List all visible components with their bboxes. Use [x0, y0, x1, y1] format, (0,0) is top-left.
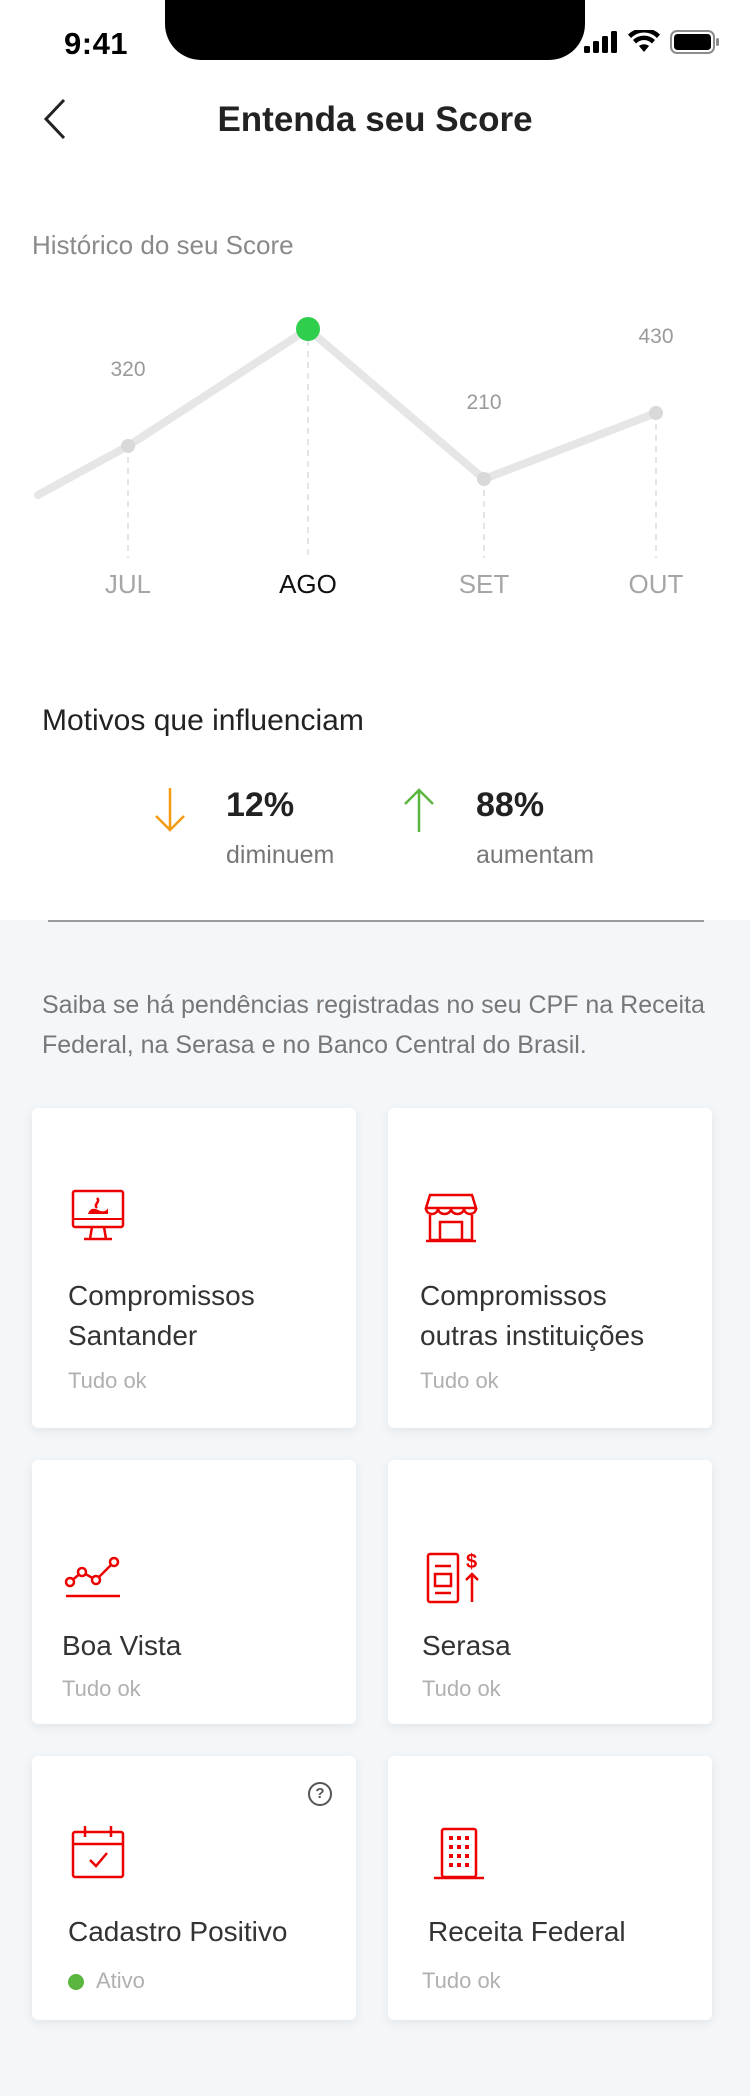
decrease-stat: 12% diminuem	[226, 786, 334, 870]
card-name-line1: Compromissos	[68, 1280, 255, 1311]
card-name: Receita Federal	[428, 1916, 626, 1947]
notch	[165, 0, 585, 60]
chart-month-label[interactable]: OUT	[629, 569, 684, 599]
card-name: Cadastro Positivo	[68, 1916, 288, 1947]
card-status: Tudo ok	[420, 1368, 499, 1393]
chart-point[interactable]	[649, 406, 663, 420]
chart-point-highlight[interactable]	[296, 317, 320, 341]
score-history-chart: 320JUL710AGO210SET430OUT	[34, 317, 684, 599]
card-compromissos-santander[interactable]: Compromissos Santander Tudo ok	[32, 1108, 356, 1428]
chart-month-label[interactable]: AGO	[279, 569, 337, 599]
card-name: Compromissos Santander	[68, 1276, 255, 1356]
increase-label: aumentam	[476, 841, 595, 869]
card-boa-vista[interactable]: Boa Vista Tudo ok	[32, 1460, 356, 1724]
wifi-icon	[628, 30, 660, 52]
info-text: Saiba se há pendências registradas no se…	[42, 991, 705, 1059]
calendar-check-icon	[71, 1826, 125, 1879]
santander-monitor-icon	[71, 1189, 125, 1241]
card-name: Serasa	[422, 1630, 511, 1661]
card-compromissos-outras[interactable]: Compromissos outras instituições Tudo ok	[388, 1108, 712, 1428]
battery-icon	[670, 30, 719, 54]
increase-percent: 88%	[476, 786, 545, 824]
help-icon[interactable]: ?	[308, 1782, 332, 1806]
card-name: Boa Vista	[62, 1630, 182, 1661]
status-time: 9:41	[64, 26, 129, 61]
card-name-line1: Compromissos	[420, 1280, 607, 1311]
decrease-label: diminuem	[226, 841, 335, 869]
store-icon	[424, 1193, 478, 1243]
chart-point[interactable]	[477, 472, 491, 486]
card-status: Tudo ok	[62, 1676, 141, 1701]
card-name-line2: outras instituições	[420, 1320, 645, 1351]
active-dot-icon	[68, 1974, 84, 1990]
card-name-line2: Santander	[68, 1320, 198, 1351]
chart-value-label: 210	[466, 391, 501, 414]
card-status: Tudo ok	[68, 1368, 147, 1393]
divider	[48, 920, 704, 922]
card-status-text: Ativo	[96, 1968, 145, 1993]
page-title: Entenda seu Score	[217, 100, 533, 139]
status-bar: 9:41	[0, 0, 750, 88]
arrow-down-icon	[150, 786, 190, 839]
chart-point[interactable]	[121, 439, 135, 453]
card-receita-federal[interactable]: Receita Federal Tudo ok	[388, 1756, 712, 2020]
chart-value-label: 430	[638, 325, 673, 348]
history-title: Histórico do seu Score	[32, 230, 294, 260]
building-icon	[434, 1827, 484, 1880]
svg-text:$: $	[466, 1551, 477, 1573]
motivos-title: Motivos que influenciam	[42, 704, 364, 737]
system-icons	[584, 30, 720, 54]
card-cadastro-positivo[interactable]: ? Cadastro Positivo Ativo	[32, 1756, 356, 2020]
increase-stat: 88% aumentam	[476, 786, 594, 870]
chart-series-line	[34, 325, 660, 499]
card-name: Compromissos outras instituições	[420, 1276, 644, 1356]
chart-month-label[interactable]: JUL	[105, 569, 151, 599]
chart-month-label[interactable]: SET	[459, 569, 510, 599]
card-serasa[interactable]: $ Serasa Tudo ok	[388, 1460, 712, 1724]
arrow-up-icon	[399, 786, 439, 839]
decrease-percent: 12%	[226, 786, 295, 824]
signal-icon	[584, 31, 617, 53]
card-status: Tudo ok	[422, 1968, 501, 1993]
chart-value-label: 320	[110, 358, 145, 381]
card-status: Tudo ok	[422, 1676, 501, 1701]
document-dollar-icon: $	[426, 1551, 479, 1604]
card-status: Ativo	[68, 1968, 145, 1994]
line-chart-icon	[64, 1556, 120, 1598]
